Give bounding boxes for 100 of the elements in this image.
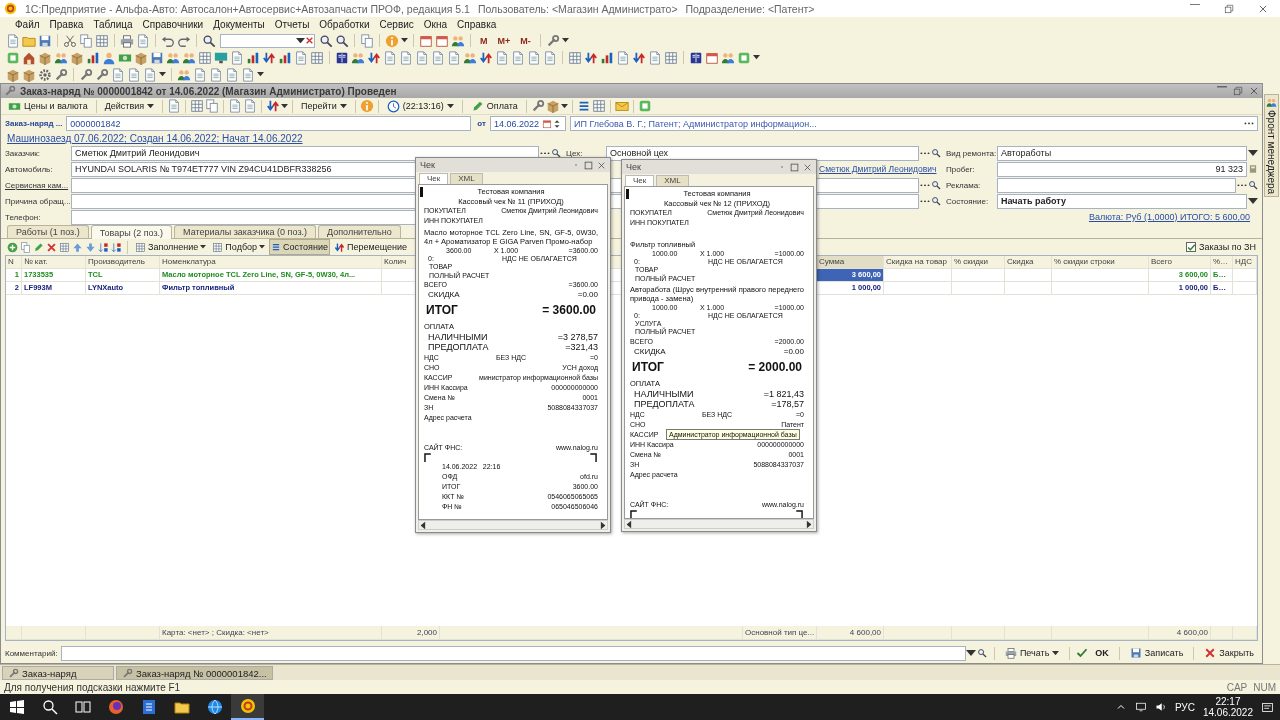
toolbar-button[interactable]: Заполнение (133, 239, 209, 255)
column-header[interactable]: Номенклатура (160, 256, 382, 269)
ok-button[interactable]: OK (1091, 645, 1113, 661)
column-header[interactable]: Скидка (1005, 256, 1052, 269)
column-header[interactable]: %… (1211, 256, 1233, 269)
field-label: от (477, 119, 486, 128)
tab[interactable]: Товары (2 поз.) (90, 225, 173, 239)
field-label: Пробег: (946, 165, 975, 174)
window-title: Заказ-наряд № 0000001842 от 14.06.2022 (Магазин Администрато) Проведен (20, 85, 397, 97)
menu-item[interactable]: Таблица (88, 19, 138, 30)
date-field[interactable]: 14.06.2022 (489, 116, 566, 131)
tab[interactable]: Чек (625, 175, 655, 186)
menu-item[interactable]: Окна (418, 19, 453, 30)
receipt-text: =3 278,57 (557, 331, 598, 343)
receipt-text: = 3600.00 (542, 301, 596, 319)
save-button[interactable]: Записать (1125, 645, 1188, 661)
field-label: Телефон: (5, 213, 41, 222)
window-title: Чек (626, 162, 641, 172)
actions-button[interactable]: Действия (100, 98, 159, 114)
field-label: Реклама: (946, 181, 981, 190)
memory-button[interactable]: M+ (493, 32, 515, 49)
column-header[interactable]: Сумма (817, 256, 884, 269)
field-label: Комментарий: (5, 648, 58, 658)
window-tab[interactable]: Заказ-наряд (2, 666, 114, 680)
receipt-text: =178,57 (771, 399, 804, 410)
menu-item[interactable]: Справка (452, 19, 502, 30)
clock-time: 22:17 (1215, 696, 1241, 707)
memory-button[interactable]: M- (516, 32, 535, 49)
field-label: Состояние: (946, 197, 989, 206)
receipt-text: ПРЕДОПЛАТА (634, 399, 695, 410)
tab[interactable]: Чек (419, 173, 449, 184)
division-label: Подразделение: <Патент> (685, 2, 815, 15)
side-tab[interactable]: Фронт менеджера (1264, 94, 1279, 198)
menu-item[interactable]: Сервис (374, 19, 419, 30)
memory-button[interactable]: M (476, 32, 492, 49)
payment-button[interactable]: Оплата (466, 98, 522, 114)
menu-item[interactable]: Правка (44, 19, 89, 30)
menu-item[interactable]: Документы (208, 19, 270, 30)
column-header[interactable]: Скидка на товар (884, 256, 952, 269)
receipt-text: = 2000.00 (748, 358, 802, 376)
tab[interactable]: XML (656, 175, 689, 186)
menu-item[interactable]: Обработки (314, 19, 375, 30)
prices-button[interactable]: Цены и валюта (4, 98, 92, 114)
status-indicator: NUM (1253, 681, 1276, 693)
input-field[interactable]: Сметюк Дмитрий Леонидович (71, 145, 539, 161)
checkbox-label: Заказы по ЗН (1199, 242, 1256, 252)
footer-cell: 4 600,00 (817, 626, 884, 640)
go-to-button[interactable]: Перейти (297, 98, 351, 114)
receipt-text: ИТОГ (632, 358, 664, 376)
tab[interactable]: Материалы заказчика (0 поз.) (174, 225, 316, 238)
close-button[interactable]: Закрыть (1200, 645, 1258, 661)
dropdown-field[interactable]: Автоработы (997, 145, 1247, 161)
receipt-text: =0.00 (577, 289, 598, 300)
tab[interactable]: Работы (1 поз.) (7, 225, 89, 238)
clock-date: 14.06.2022 (1202, 707, 1253, 718)
menu-item[interactable]: Файл (10, 19, 45, 30)
field-label: Автомобиль: (5, 165, 53, 174)
status-hint: Для получения подсказки нажмите F1 (4, 681, 181, 693)
column-header[interactable]: Всего (1149, 256, 1211, 269)
print-button[interactable]: Печать (1000, 645, 1064, 661)
receipt-text: =1 821,43 (763, 388, 804, 400)
user-label: Пользователь: <Магазин Администрато> (477, 2, 678, 15)
toolbar-button[interactable]: Подбор (210, 239, 268, 255)
receipt-text: НАЛИЧНЫМИ (634, 388, 694, 400)
window-title: 1С:Предприятие - Альфа-Авто: Автосалон+Автосервис+Автозапчасти ПРОФ, редакция 5.1 (25, 2, 470, 15)
receipt-text: ПРЕДОПЛАТА (428, 342, 489, 353)
receipt-text: ИТОГ (426, 301, 458, 319)
organization-field[interactable]: ИП Глебова В. Г.; Патент; Администратор информацион... (569, 116, 1258, 131)
number-field[interactable]: 0000001842 (66, 116, 472, 131)
column-header[interactable]: Производитель (86, 256, 160, 269)
currency-link[interactable]: Валюта: Руб (1,0000) ИТОГО: 5 600,00 (1088, 212, 1250, 222)
window-title: Чек (420, 160, 435, 170)
tab[interactable]: XML (450, 173, 483, 184)
column-header[interactable]: НДС (1233, 256, 1257, 269)
menu-item[interactable]: Справочники (137, 19, 209, 30)
footer-cell: Основной тип це... (743, 626, 817, 640)
number-field[interactable]: 91 323 (997, 161, 1247, 177)
toolbar-button[interactable]: Перемещение (332, 239, 409, 255)
menu-item[interactable]: Отчеты (269, 19, 315, 30)
footer-cell: 4 600,00 (1149, 626, 1211, 640)
column-header[interactable]: N (6, 256, 22, 269)
footer-cell: 2,000 (382, 626, 440, 640)
column-header[interactable]: % скидки строки (1052, 256, 1149, 269)
input-field[interactable]: Основной цех (606, 145, 919, 161)
field-label: Причина обращ... (5, 197, 71, 206)
receipt-text: =0.00 (783, 346, 804, 357)
history-link[interactable]: Машинозаезд 07.06.2022; Создан 14.06.2022; Начат 14.06.2022 (7, 133, 303, 144)
column-header[interactable]: % скидки (952, 256, 1005, 269)
receipt-text: СКИДКА (634, 346, 666, 357)
footer-cell: Карта: <нет> ; Скидка: <нет> (160, 626, 382, 640)
column-header[interactable]: № кат. (22, 256, 86, 269)
time-button[interactable]: (22:13:16) (382, 98, 458, 114)
contact-link[interactable]: Сметюк Дмитрий Леонидович (819, 164, 937, 174)
toolbar-button[interactable]: Состояние (269, 239, 330, 255)
field-label: Вид ремонта: (946, 149, 997, 158)
window-tab[interactable]: Заказ-наряд № 0000001842... (116, 666, 273, 680)
receipt-text: =321,43 (565, 342, 598, 353)
tab[interactable]: Дополнительно (318, 225, 401, 238)
field-label-link[interactable]: Сервисная кам... (5, 181, 69, 190)
dropdown-field[interactable]: Начать работу (997, 193, 1247, 209)
